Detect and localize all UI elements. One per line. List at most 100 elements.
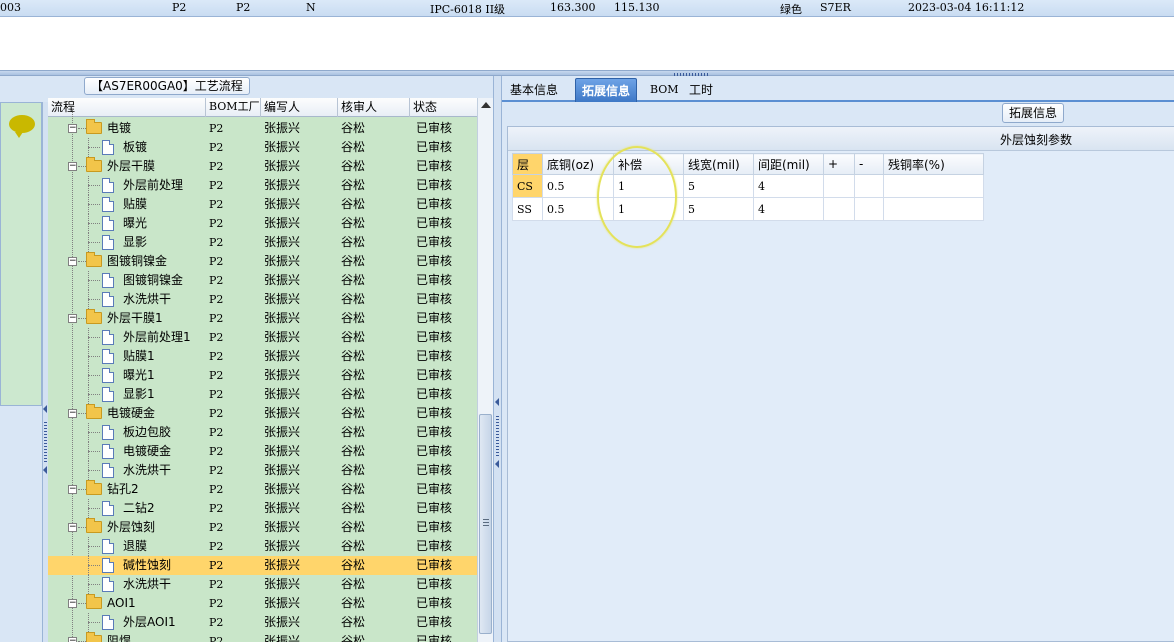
row-writer: 张振兴 [264,406,301,420]
document-icon [102,539,114,554]
tree-guide-line [88,565,100,566]
grid-cell-line-width[interactable]: 5 [683,197,754,221]
tree-step-row[interactable]: 水洗烘干 P2 张振兴 谷松 已审核 [48,575,477,594]
grid-header-line-width[interactable]: 线宽(mil) [683,153,754,175]
tree-group-row[interactable]: − 外层蚀刻 P2 张振兴 谷松 已审核 [48,518,477,537]
col-header-writer[interactable]: 编写人 [261,98,338,117]
tree-guide-line [78,489,86,490]
tree-step-row[interactable]: 外层AOI1 P2 张振兴 谷松 已审核 [48,613,477,632]
tree-group-row[interactable]: − 阻焊 P2 张振兴 谷松 已审核 [48,632,477,642]
tree-step-row[interactable]: 二钻2 P2 张振兴 谷松 已审核 [48,499,477,518]
tree-vertical-scrollbar[interactable] [477,98,493,642]
tree-guide-line [88,394,100,395]
tree-step-row[interactable]: 水洗烘干 P2 张振兴 谷松 已审核 [48,461,477,480]
tree-group-row[interactable]: − 图镀铜镍金 P2 张振兴 谷松 已审核 [48,252,477,271]
collapse-toggle-icon[interactable]: − [68,485,77,494]
tab-extended-info[interactable]: 拓展信息 [575,78,638,102]
col-header-bom-plant[interactable]: BOM工厂 [206,98,261,117]
tab-bom[interactable]: BOM [644,78,685,102]
grid-cell-residual-copper[interactable] [883,174,984,198]
collapse-arrow-icon[interactable] [495,460,499,468]
collapse-toggle-icon[interactable]: − [68,124,77,133]
collapse-toggle-icon[interactable]: − [68,314,77,323]
tree-step-row[interactable]: 外层前处理1 P2 张振兴 谷松 已审核 [48,328,477,347]
collapse-toggle-icon[interactable]: − [68,523,77,532]
document-icon [102,368,114,383]
tree-step-row[interactable]: 板边包胶 P2 张振兴 谷松 已审核 [48,423,477,442]
grid-header-plus[interactable]: + [823,153,855,175]
tree-group-row[interactable]: − 电镀 P2 张振兴 谷松 已审核 [48,119,477,138]
grid-header-residual-copper[interactable]: 残铜率(%) [883,153,984,175]
collapse-toggle-icon[interactable]: − [68,257,77,266]
tab-basic-info[interactable]: 基本信息 [504,78,564,102]
summary-cell-code2: S7ER [820,1,851,14]
grid-cell-plus[interactable] [823,174,855,198]
tree-step-row[interactable]: 图镀铜镍金 P2 张振兴 谷松 已审核 [48,271,477,290]
scroll-up-arrow-icon[interactable] [481,102,491,108]
row-plant: P2 [209,521,224,534]
tree-step-row[interactable]: 板镀 P2 张振兴 谷松 已审核 [48,138,477,157]
tree-step-row[interactable]: 贴膜 P2 张振兴 谷松 已审核 [48,195,477,214]
grid-cell-line-width[interactable]: 5 [683,174,754,198]
tree-guide-line [88,584,100,585]
grid-row-cs[interactable]: CS 0.5 1 5 4 [512,174,984,198]
tree-step-row[interactable]: 贴膜1 P2 张振兴 谷松 已审核 [48,347,477,366]
tree-step-row[interactable]: 退膜 P2 张振兴 谷松 已审核 [48,537,477,556]
row-plant: P2 [209,635,224,642]
tree-guide-line [88,451,100,452]
tree-step-row[interactable]: 显影1 P2 张振兴 谷松 已审核 [48,385,477,404]
grid-cell-minus[interactable] [854,174,884,198]
collapse-toggle-icon[interactable]: − [68,637,77,642]
row-status: 已审核 [416,539,453,553]
collapse-toggle-icon[interactable]: − [68,162,77,171]
tree-step-row[interactable]: 显影 P2 张振兴 谷松 已审核 [48,233,477,252]
row-plant: P2 [209,217,224,230]
grid-header-spacing[interactable]: 间距(mil) [753,153,824,175]
tab-work-hours[interactable]: 工时 [683,78,719,102]
tree-group-row[interactable]: − 外层干膜 P2 张振兴 谷松 已审核 [48,157,477,176]
tree-guide-line [88,242,100,243]
tree-step-row[interactable]: 外层前处理 P2 张振兴 谷松 已审核 [48,176,477,195]
tree-step-label: 外层AOI1 [123,615,176,629]
tree-guide-line [78,128,86,129]
chat-bubble-icon[interactable] [9,115,35,138]
record-summary-row[interactable]: 003 P2 P2 N IPC-6018 II级 163.300 115.130… [0,0,1174,17]
collapse-left-arrow-icon[interactable] [43,405,47,413]
grid-cell-plus[interactable] [823,197,855,221]
row-writer: 张振兴 [264,577,301,591]
grid-row-ss[interactable]: SS 0.5 1 5 4 [512,197,984,221]
tree-step-row[interactable]: 水洗烘干 P2 张振兴 谷松 已审核 [48,290,477,309]
tree-group-row[interactable]: − 电镀硬金 P2 张振兴 谷松 已审核 [48,404,477,423]
col-header-status[interactable]: 状态 [410,98,477,117]
tree-guide-line [88,356,100,357]
grid-cell-minus[interactable] [854,197,884,221]
collapse-arrow-icon[interactable] [495,398,499,406]
tree-step-row[interactable]: 碱性蚀刻 P2 张振兴 谷松 已审核 [48,556,477,575]
grid-cell-spacing[interactable]: 4 [753,174,824,198]
tree-step-row[interactable]: 电镀硬金 P2 张振兴 谷松 已审核 [48,442,477,461]
tree-group-row[interactable]: − AOI1 P2 张振兴 谷松 已审核 [48,594,477,613]
tree-group-row[interactable]: − 钻孔2 P2 张振兴 谷松 已审核 [48,480,477,499]
scrollbar-thumb[interactable] [479,414,492,634]
grid-cell-layer[interactable]: SS [512,197,543,221]
grid-cell-layer[interactable]: CS [512,174,543,198]
col-header-reviewer[interactable]: 核审人 [338,98,410,117]
grid-cell-spacing[interactable]: 4 [753,197,824,221]
tree-step-row[interactable]: 曝光 P2 张振兴 谷松 已审核 [48,214,477,233]
tree-step-row[interactable]: 曝光1 P2 张振兴 谷松 已审核 [48,366,477,385]
collapse-left-arrow-icon[interactable] [43,466,47,474]
document-icon [102,273,114,288]
tree-group-row[interactable]: − 外层干膜1 P2 张振兴 谷松 已审核 [48,309,477,328]
row-plant: P2 [209,274,224,287]
document-icon [102,558,114,573]
grid-cell-residual-copper[interactable] [883,197,984,221]
grid-header-layer[interactable]: 层 [512,153,543,175]
row-status: 已审核 [416,425,453,439]
etch-params-grid[interactable]: 层 底铜(oz) 补偿 线宽(mil) 间距(mil) + - 残铜率(%) C… [512,153,984,221]
grid-header-minus[interactable]: - [854,153,884,175]
row-plant: P2 [209,369,224,382]
collapse-toggle-icon[interactable]: − [68,599,77,608]
collapse-toggle-icon[interactable]: − [68,409,77,418]
summary-cell-flag: N [306,1,316,14]
center-splitter[interactable] [493,76,502,642]
